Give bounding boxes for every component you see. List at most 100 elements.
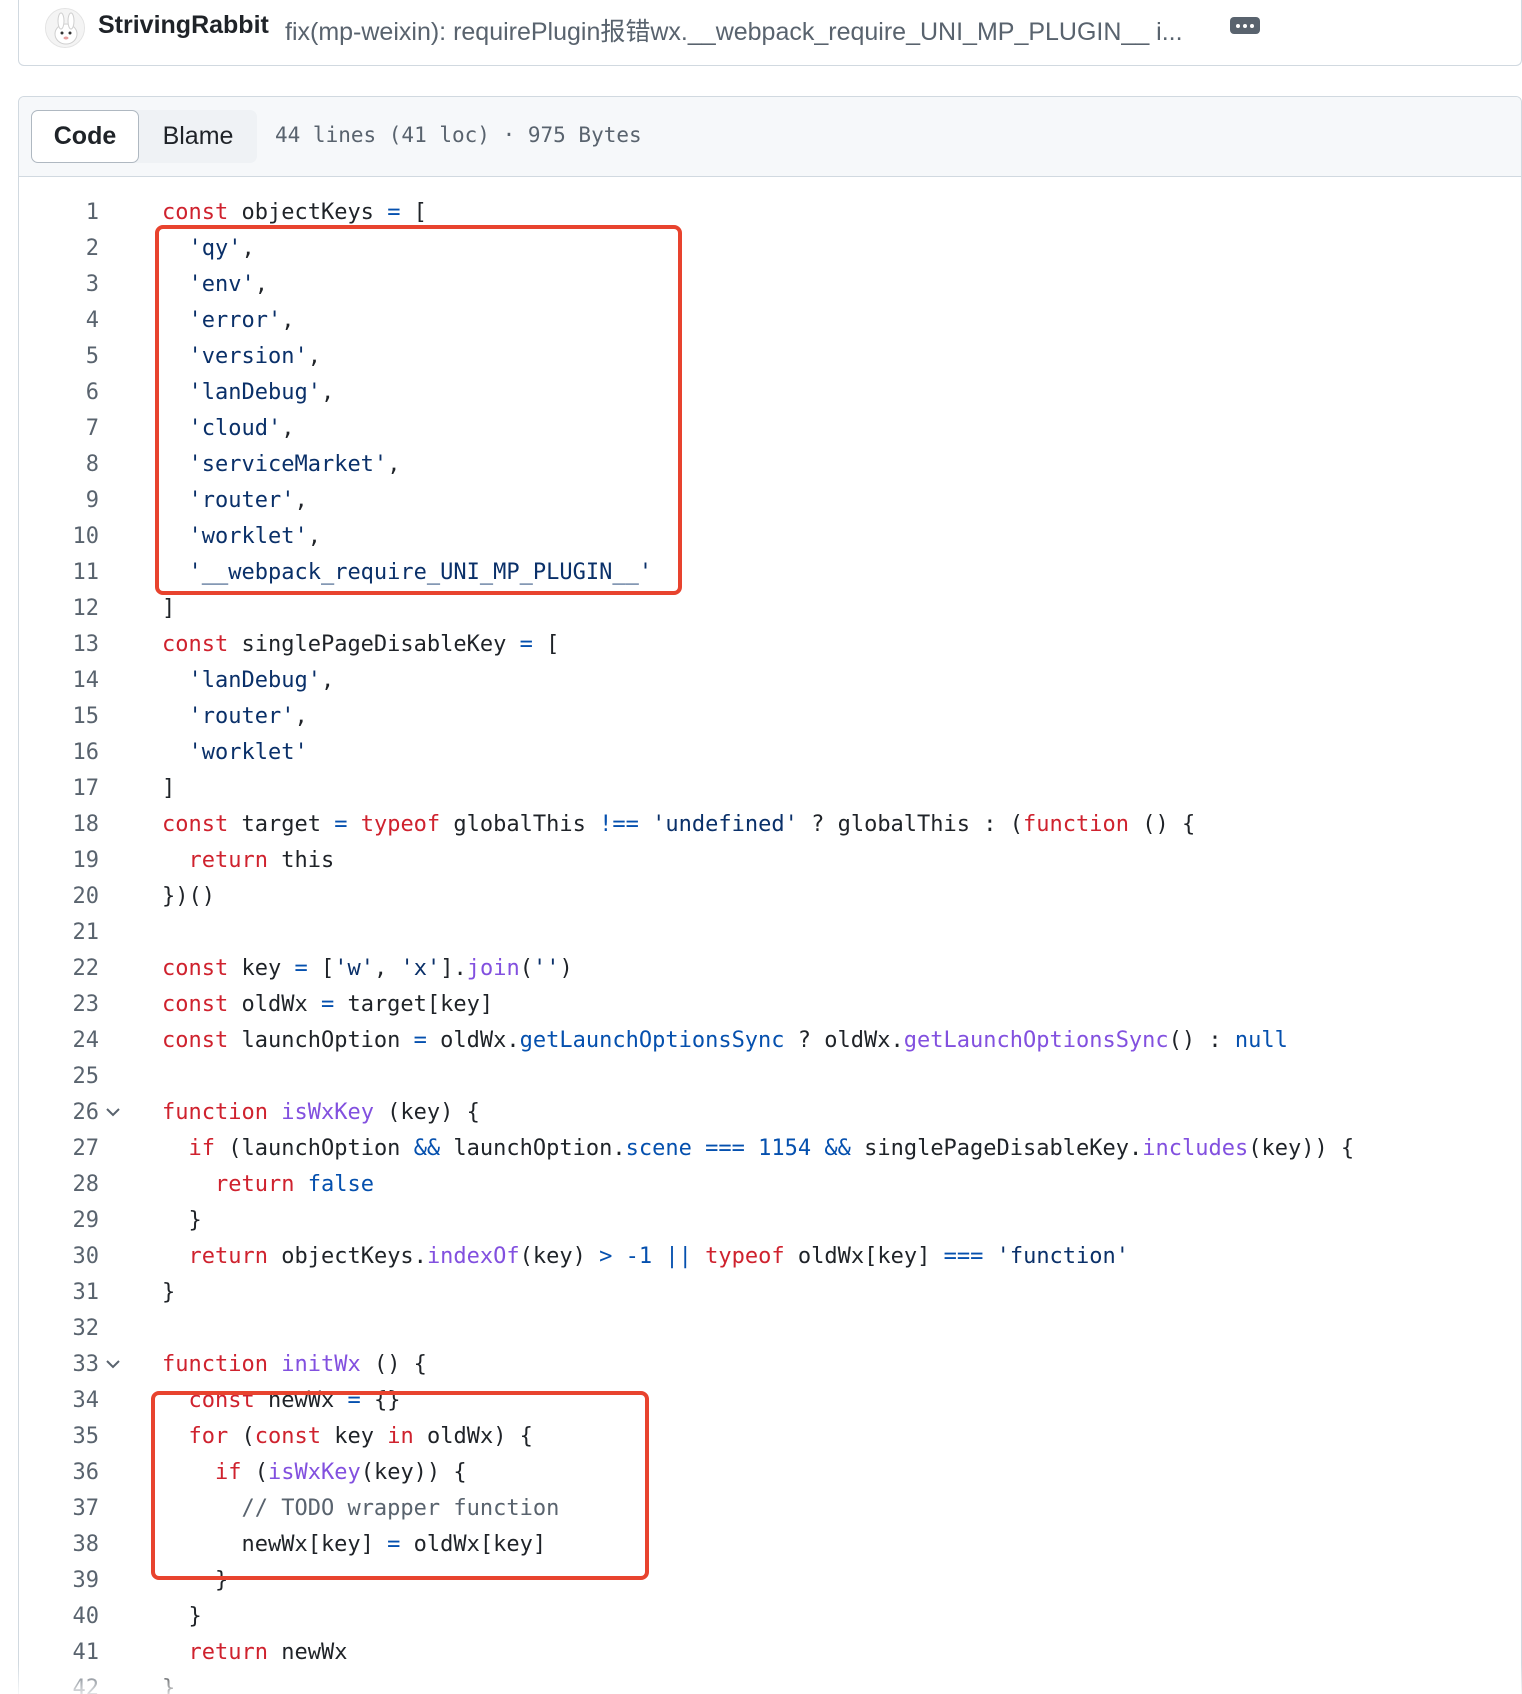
line-number[interactable]: 15 — [19, 699, 100, 735]
line-number[interactable]: 16 — [19, 735, 100, 771]
code-token: 'w' — [334, 956, 374, 981]
code-token: 'env' — [188, 272, 255, 297]
chevron-down-icon[interactable] — [104, 1357, 122, 1371]
tab-blame[interactable]: Blame — [139, 110, 257, 163]
code-line: 25 — [19, 1059, 1521, 1095]
code-token: (key)) { — [360, 1460, 467, 1485]
code-token: isWxKey — [281, 1100, 374, 1125]
code-token: 'router' — [188, 704, 295, 729]
line-number[interactable]: 36 — [19, 1455, 100, 1491]
code-token: globalThis — [440, 812, 600, 837]
line-number[interactable]: 11 — [19, 555, 100, 591]
kebab-horizontal-icon[interactable] — [1230, 17, 1260, 34]
author-avatar[interactable] — [45, 8, 85, 48]
code-token: , — [373, 956, 401, 981]
code-text: return newWx — [162, 1635, 348, 1671]
line-number[interactable]: 28 — [19, 1167, 100, 1203]
line-number[interactable]: 17 — [19, 771, 100, 807]
code-token: return — [188, 1640, 268, 1665]
line-number[interactable]: 8 — [19, 447, 99, 483]
code-token: '__webpack_require_UNI_MP_PLUGIN__' — [188, 560, 653, 585]
code-line: 36 if (isWxKey(key)) { — [19, 1455, 1521, 1491]
code-token: 'version' — [188, 344, 308, 369]
code-line: 17] — [19, 771, 1521, 807]
line-number[interactable]: 32 — [19, 1311, 100, 1347]
line-number[interactable]: 25 — [19, 1059, 100, 1095]
line-number[interactable]: 29 — [19, 1203, 100, 1239]
code-token: ( — [519, 956, 533, 981]
line-number[interactable]: 5 — [19, 339, 99, 375]
code-token: 1154 — [758, 1136, 812, 1161]
line-number[interactable]: 34 — [19, 1383, 100, 1419]
code-token: 'serviceMarket' — [188, 452, 388, 477]
code-text: if (isWxKey(key)) { — [162, 1455, 467, 1491]
code-line: 13 const singlePageDisableKey = [ — [19, 627, 1521, 663]
code-token: 'undefined' — [652, 812, 798, 837]
line-number[interactable]: 12 — [19, 591, 100, 627]
line-number[interactable]: 7 — [19, 411, 99, 447]
line-number[interactable]: 27 — [19, 1131, 100, 1167]
code-line: 2 'qy', — [19, 231, 1521, 267]
line-number[interactable]: 21 — [19, 915, 100, 951]
code-line: 38 newWx[key] = oldWx[key] — [19, 1527, 1521, 1563]
line-number[interactable]: 33 — [19, 1347, 100, 1383]
line-number[interactable]: 4 — [19, 303, 99, 339]
commit-author-link[interactable]: StrivingRabbit — [98, 11, 269, 40]
line-number[interactable]: 26 — [19, 1095, 100, 1131]
line-number[interactable]: 40 — [19, 1599, 100, 1635]
line-number[interactable]: 35 — [19, 1419, 100, 1455]
code-text: 'lanDebug', — [162, 375, 335, 411]
line-number[interactable]: 18 — [19, 807, 100, 843]
code-token: const — [162, 632, 229, 657]
chevron-down-icon[interactable] — [104, 1105, 122, 1119]
code-token: this — [267, 848, 335, 873]
line-number[interactable]: 38 — [19, 1527, 100, 1563]
line-number[interactable]: 13 — [19, 627, 100, 663]
line-number[interactable]: 20 — [19, 879, 100, 915]
line-number[interactable]: 31 — [19, 1275, 100, 1311]
code-listing[interactable]: 1 const objectKeys = [2 'qy', 3 'env', 4 'e… — [19, 195, 1521, 1694]
line-number[interactable]: 1 — [19, 195, 99, 231]
line-number[interactable]: 9 — [19, 483, 99, 519]
line-number[interactable]: 22 — [19, 951, 100, 987]
code-token: = — [387, 200, 401, 225]
line-number[interactable]: 24 — [19, 1023, 100, 1059]
line-number[interactable]: 6 — [19, 375, 99, 411]
line-number[interactable]: 41 — [19, 1635, 100, 1671]
code-token: 'worklet' — [188, 740, 308, 765]
code-line: 39 } — [19, 1563, 1521, 1599]
line-number[interactable]: 19 — [19, 843, 100, 879]
line-number[interactable]: 3 — [19, 267, 99, 303]
code-token: indexOf — [426, 1244, 520, 1269]
line-number[interactable]: 37 — [19, 1491, 100, 1527]
code-token: ( — [241, 1460, 268, 1485]
line-number[interactable]: 2 — [19, 231, 99, 267]
code-line: 35 for (const key in oldWx) { — [19, 1419, 1521, 1455]
code-token: , — [294, 488, 308, 513]
code-token: target[key] — [334, 992, 494, 1017]
commit-message-link[interactable]: fix(mp-weixin): requirePlugin报错wx.__webp… — [285, 12, 1183, 48]
line-number[interactable]: 10 — [19, 519, 100, 555]
line-number[interactable]: 23 — [19, 987, 100, 1023]
code-token: () { — [360, 1352, 427, 1377]
line-number[interactable]: 39 — [19, 1563, 100, 1599]
code-token: = — [334, 812, 348, 837]
line-number[interactable]: 14 — [19, 663, 100, 699]
tab-code[interactable]: Code — [31, 110, 139, 163]
code-line: 19 return this — [19, 843, 1521, 879]
code-token: return — [188, 848, 268, 873]
code-line: 20})() — [19, 879, 1521, 915]
code-token: const — [162, 200, 229, 225]
line-number[interactable]: 30 — [19, 1239, 100, 1275]
code-token: [ — [400, 200, 427, 225]
line-number[interactable]: 42 — [19, 1671, 100, 1694]
